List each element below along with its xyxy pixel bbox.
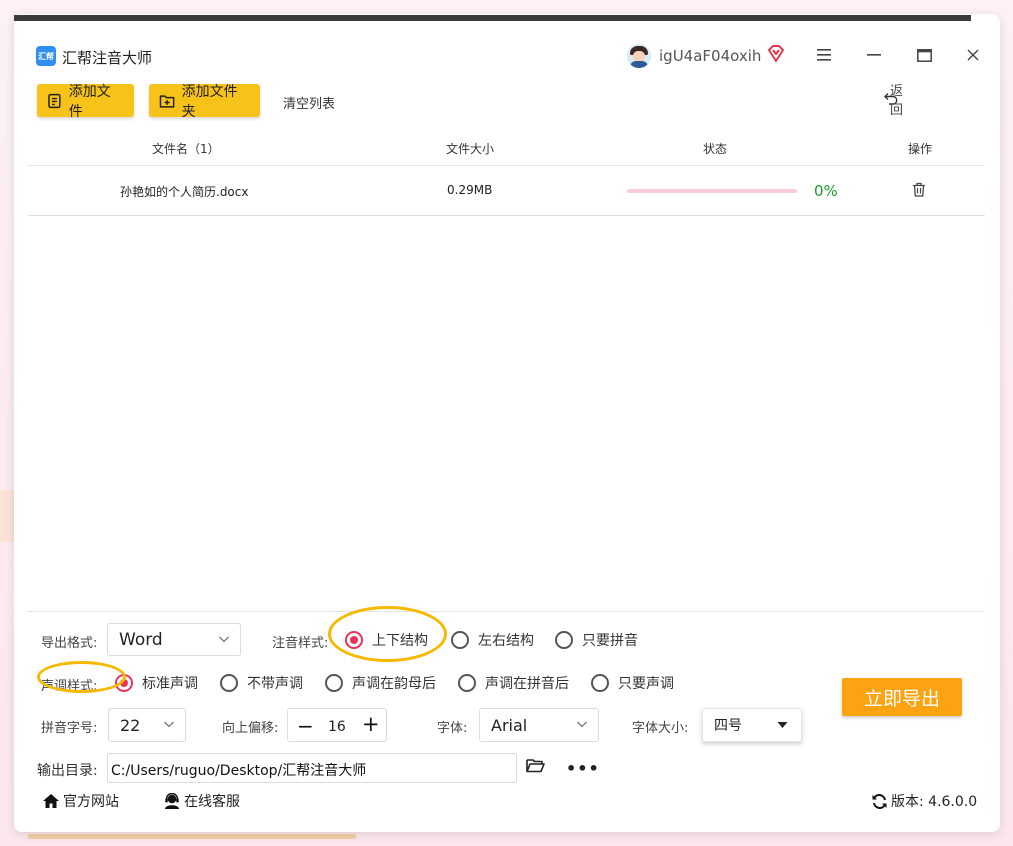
app-logo-icon: 汇帮: [36, 46, 56, 66]
table-row[interactable]: 孙艳如的个人简历.docx 0.29MB 0%: [28, 166, 985, 216]
footer: 官方网站 在线客服 版本: 4.6.0.0: [28, 785, 985, 815]
hamburger-icon: [817, 49, 831, 61]
more-options-icon[interactable]: •••: [566, 759, 600, 778]
close-button[interactable]: [960, 42, 986, 68]
header-file-size: 文件大小: [446, 142, 495, 156]
close-icon: [967, 49, 979, 61]
back-button[interactable]: 返回: [884, 84, 903, 118]
file-table-header: 文件名（1） 文件大小 状态 操作: [28, 128, 985, 166]
pinyin-size-select[interactable]: 22: [108, 708, 186, 742]
radio-icon: [451, 631, 469, 649]
file-size-cell: 0.29MB: [447, 183, 493, 197]
header-status: 状态: [703, 142, 728, 156]
radio-label: 只要拼音: [582, 633, 638, 649]
back-label: 返回: [890, 83, 910, 118]
chevron-down-icon: [219, 636, 229, 643]
radio-tone-after-pinyin[interactable]: 声调在拼音后: [458, 673, 569, 693]
add-file-label: 添加文件: [68, 83, 111, 120]
radio-annotation-pinyin-only[interactable]: 只要拼音: [555, 630, 638, 650]
decrement-button[interactable]: −: [297, 714, 314, 738]
maximize-button[interactable]: [911, 42, 937, 68]
minimize-icon: [867, 54, 881, 56]
pinyin-size-value: 22: [120, 715, 141, 735]
radio-label: 声调在韵母后: [352, 676, 436, 692]
minimize-button[interactable]: [861, 42, 887, 68]
font-size-label: 字体大小:: [632, 721, 689, 736]
vip-diamond-icon[interactable]: [766, 44, 786, 64]
online-support-link[interactable]: 在线客服: [163, 791, 240, 811]
radio-icon: [325, 674, 343, 692]
chevron-down-icon: [577, 721, 587, 728]
radio-icon: [220, 674, 238, 692]
font-size-value: 四号: [714, 718, 742, 734]
chevron-down-icon: [164, 721, 174, 728]
radio-label: 声调在拼音后: [485, 676, 569, 692]
delete-trash-icon[interactable]: [912, 182, 926, 197]
annotation-style-label: 注音样式:: [272, 636, 329, 651]
toolbar: 添加文件 添加文件夹 清空列表 返回: [14, 82, 1000, 122]
online-support-label: 在线客服: [184, 794, 240, 810]
pinyin-size-label: 拼音字号:: [41, 721, 98, 736]
radio-label: 标准声调: [142, 676, 198, 692]
version-info[interactable]: 版本: 4.6.0.0: [871, 791, 977, 811]
app-title: 汇帮注音大师: [62, 49, 153, 67]
radio-label: 不带声调: [247, 676, 303, 692]
add-file-button[interactable]: 添加文件: [37, 84, 134, 120]
app-window: 汇帮 汇帮注音大师 igU4aF04oxih 添加文件 添加文件夹 清空列表 返…: [14, 14, 1000, 832]
file-name-cell: 孙艳如的个人简历.docx: [120, 185, 249, 199]
radio-tone-after-final[interactable]: 声调在韵母后: [325, 673, 436, 693]
add-folder-label: 添加文件夹: [181, 83, 238, 120]
refresh-icon: [872, 793, 887, 809]
export-format-value: Word: [119, 629, 163, 650]
export-format-label: 导出格式:: [41, 636, 98, 651]
export-format-select[interactable]: Word: [107, 623, 241, 656]
highlight-ellipse: [37, 661, 126, 693]
offset-value[interactable]: 16: [328, 719, 346, 735]
highlight-ellipse: [328, 606, 447, 662]
clear-list-button[interactable]: 清空列表: [283, 93, 335, 112]
radio-tone-standard[interactable]: 标准声调: [115, 673, 198, 693]
caret-down-icon: [777, 722, 788, 728]
font-value: Arial: [491, 715, 528, 735]
version-label: 版本: 4.6.0.0: [891, 794, 978, 810]
radio-label: 左右结构: [478, 633, 534, 649]
output-dir-input[interactable]: C:/Users/ruguo/Desktop/汇帮注音大师: [107, 753, 517, 783]
font-size-select[interactable]: 四号: [702, 708, 802, 742]
radio-icon: [458, 674, 476, 692]
header-file-name: 文件名（1）: [152, 142, 220, 156]
radio-annotation-left-right[interactable]: 左右结构: [451, 630, 534, 650]
output-dir-label: 输出目录:: [37, 763, 98, 779]
radio-label: 只要声调: [618, 676, 674, 692]
font-select[interactable]: Arial: [479, 708, 599, 742]
customer-service-icon: [165, 793, 179, 809]
background-line: [28, 834, 356, 839]
home-icon: [43, 794, 59, 808]
offset-stepper: − 16 +: [287, 708, 387, 742]
font-label: 字体:: [437, 721, 468, 736]
export-now-button[interactable]: 立即导出: [842, 678, 962, 716]
open-folder-icon[interactable]: [526, 758, 545, 773]
official-website-link[interactable]: 官方网站: [42, 791, 119, 811]
radio-tone-none[interactable]: 不带声调: [220, 673, 303, 693]
username[interactable]: igU4aF04oxih: [659, 47, 761, 65]
offset-label: 向上偏移:: [222, 721, 279, 736]
increment-button[interactable]: +: [362, 712, 380, 736]
menu-button[interactable]: [811, 42, 837, 68]
progress-bar: [627, 189, 797, 193]
title-bar: 汇帮 汇帮注音大师 igU4aF04oxih: [14, 36, 1000, 76]
user-avatar[interactable]: [627, 44, 651, 68]
add-folder-icon: [159, 94, 175, 108]
progress-percent: 0%: [814, 182, 838, 200]
maximize-icon: [916, 48, 932, 62]
radio-tone-only[interactable]: 只要声调: [591, 673, 674, 693]
add-folder-button[interactable]: 添加文件夹: [149, 84, 260, 120]
window-top-bar: [14, 15, 971, 21]
official-website-label: 官方网站: [63, 794, 119, 810]
add-file-icon: [48, 93, 61, 108]
radio-icon: [555, 631, 573, 649]
radio-icon: [591, 674, 609, 692]
header-action: 操作: [908, 142, 933, 156]
